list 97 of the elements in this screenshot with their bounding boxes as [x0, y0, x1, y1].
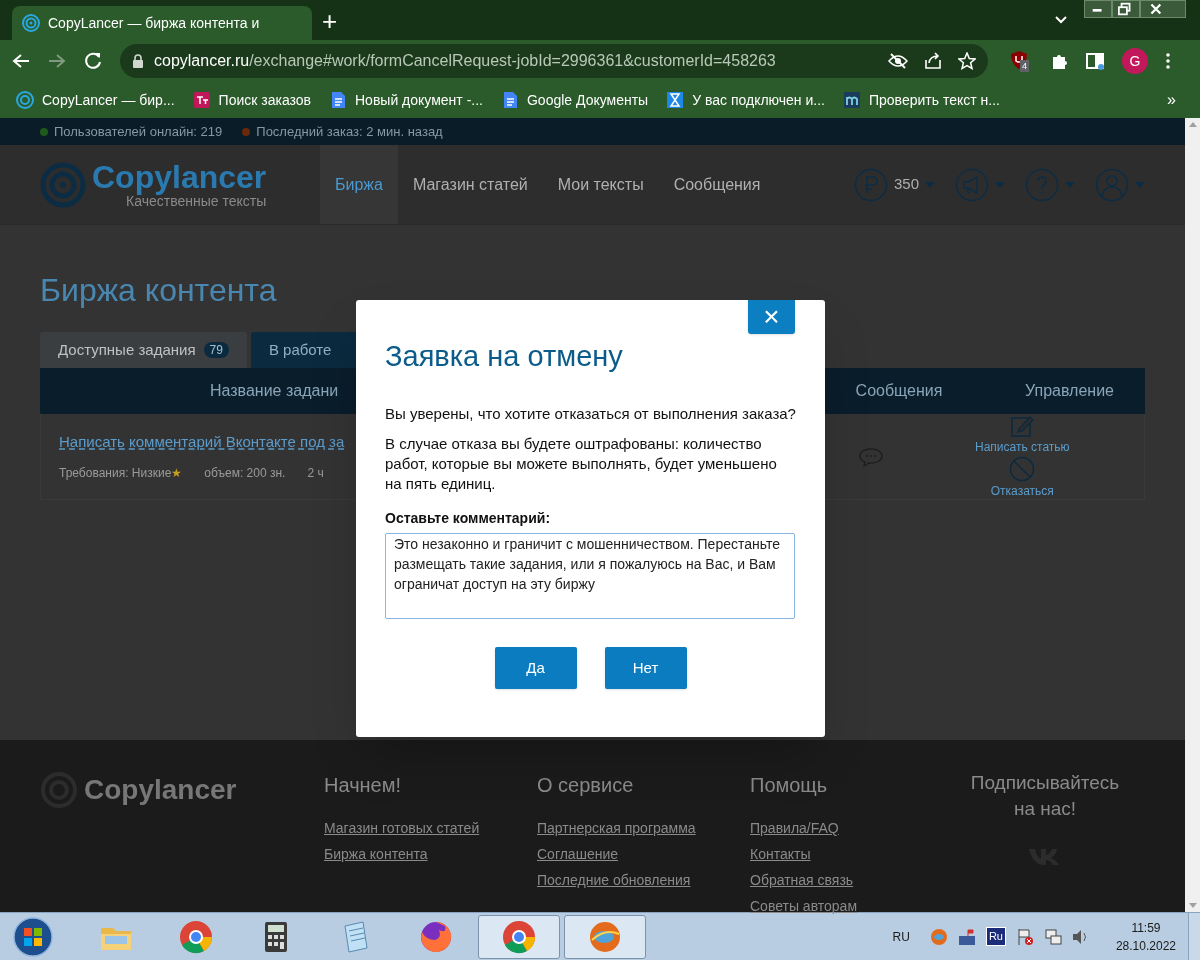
bookmark[interactable]: CopyLancer — бир...: [16, 89, 175, 111]
shield-extension-icon[interactable]: 4: [1010, 50, 1032, 72]
network-icon[interactable]: [1043, 927, 1062, 946]
footer-link[interactable]: Партнерская программа: [537, 818, 727, 838]
chevron-down-icon[interactable]: [1055, 16, 1067, 24]
share-icon[interactable]: [924, 52, 942, 70]
new-tab-button[interactable]: +: [320, 8, 340, 34]
bookmark[interactable]: Новый документ -...: [329, 89, 483, 111]
restore-icon[interactable]: [1112, 0, 1140, 18]
bookmark[interactable]: У вас подключен и...: [666, 89, 825, 111]
footer-heading: Начнем!: [324, 773, 403, 798]
scroll-down-icon: [1188, 903, 1197, 908]
column-header: Сообщения: [854, 381, 944, 401]
write-article-link[interactable]: Написать статью: [975, 413, 1070, 456]
document-icon: [329, 91, 347, 109]
sidebar-icon[interactable]: [1086, 52, 1104, 70]
volume-text: объем: 200 зн.: [204, 464, 286, 482]
tray-badge[interactable]: Ru: [985, 927, 1006, 946]
address-bar[interactable]: copylancer.ru/exchange#work/formCancelRequest-jobId=2996361&customerId=458263: [120, 44, 988, 78]
nav-link[interactable]: Магазин статей: [397, 145, 543, 224]
caret-icon: [925, 181, 935, 188]
footer-heading: О сервисе: [537, 773, 635, 798]
start-button-icon[interactable]: [12, 915, 54, 958]
back-icon[interactable]: [12, 53, 30, 69]
footer-link[interactable]: Магазин готовых статей: [324, 818, 514, 838]
footer-link[interactable]: Советы авторам: [750, 896, 940, 916]
megaphone-icon: [955, 167, 989, 202]
footer-heading: Помощь: [750, 773, 829, 798]
info-text: Пользователей онлайн: 219: [54, 122, 223, 141]
ruble-menu[interactable]: 350: [853, 167, 935, 202]
requirements-text: Требования: Низкие★: [59, 464, 183, 482]
letter-tile-icon: [192, 91, 211, 109]
flag-error-icon[interactable]: [1015, 927, 1034, 946]
footer-link[interactable]: Обратная связь: [750, 870, 940, 890]
count-badge: 79: [203, 342, 229, 358]
close-icon[interactable]: [1140, 0, 1186, 18]
spiral-logo-icon: [40, 161, 86, 208]
caret-icon: [995, 181, 1005, 188]
reload-icon[interactable]: [84, 52, 102, 70]
prohibited-icon: [1009, 455, 1036, 482]
column-header: Название задани: [209, 381, 340, 401]
footer-link[interactable]: Правила/FAQ: [750, 818, 940, 838]
dialog-text: В случае отказа вы будете оштрафованы: количество работ, которые вы можете выполнять, будет уменьшено на пять единиц.: [385, 434, 778, 494]
scroll-up-icon: [1188, 122, 1197, 127]
letter-tile-icon: [843, 91, 861, 109]
comment-field[interactable]: Это незаконно и граничит с мошенничеством. Перестаньте размещать такие задания, или я пожалуюсь на Вас, и Вам ограничат доступ на эту биржу: [385, 533, 795, 619]
edit-icon: [1010, 413, 1035, 438]
nav-link[interactable]: Сообщения: [658, 145, 776, 224]
caret-icon: [1135, 181, 1145, 188]
speaker-icon[interactable]: [1071, 928, 1088, 945]
caret-icon: [1065, 181, 1075, 188]
nav-link[interactable]: Мои тексты: [542, 145, 659, 224]
lock-icon: [132, 54, 144, 68]
bookmark[interactable]: Google Документы: [500, 89, 649, 111]
flag-icon[interactable]: [957, 927, 976, 946]
bookmark[interactable]: Проверить текст н...: [843, 89, 1000, 111]
puzzle-icon[interactable]: [1050, 52, 1068, 70]
footer-logo-text: Copylancer: [84, 773, 237, 807]
eye-off-icon[interactable]: [888, 53, 908, 69]
logo-text: Copylancer: [92, 160, 267, 193]
clock[interactable]: 11:59 28.10.2022: [1113, 918, 1178, 955]
footer-link[interactable]: Контакты: [750, 844, 940, 864]
footer-link[interactable]: Биржа контента: [324, 844, 514, 864]
bookmark[interactable]: Поиск заказов: [192, 89, 311, 111]
tab[interactable]: Доступные задания 79: [40, 332, 247, 368]
field-label: Оставьте комментарий:: [385, 509, 552, 528]
column-header: Управление: [1024, 381, 1115, 401]
dialog-text: Вы уверены, что хотите отказаться от выполнения заказа?: [385, 404, 796, 424]
browser-tab[interactable]: CopyLancer — биржа контента и: [12, 6, 312, 40]
page-heading: Биржа контента: [40, 271, 278, 310]
dialog-button[interactable]: Да: [494, 647, 577, 689]
scrollbar[interactable]: [1185, 118, 1200, 912]
tab-title: CopyLancer — биржа контента и: [48, 13, 260, 33]
task-link[interactable]: Написать комментарий Вконтакте под за: [59, 431, 359, 454]
spiral-logo-icon: [16, 91, 34, 109]
extension-badge: 4: [1020, 60, 1029, 72]
more-menu-icon[interactable]: [1166, 53, 1170, 69]
user-icon: [1095, 167, 1129, 202]
help-icon: [1025, 167, 1059, 202]
time-text: 2 ч: [307, 464, 324, 482]
ruble-icon: [853, 167, 888, 202]
profile-avatar[interactable]: G: [1122, 48, 1148, 74]
nav-link[interactable]: Биржа: [320, 145, 398, 224]
footer-link[interactable]: Соглашение: [537, 844, 727, 864]
decline-link[interactable]: Отказаться: [990, 455, 1054, 500]
footer-link[interactable]: Последние обновления: [537, 870, 727, 890]
close-button[interactable]: ×: [748, 300, 795, 334]
spiral-logo-icon: [22, 14, 40, 32]
info-text: Последний заказ: 2 мин. назад: [256, 122, 443, 141]
url-text: copylancer.ru/exchange#work/formCancelRequest-jobId=2996361&customerId=458263: [154, 51, 776, 71]
footer-heading: Подписывайтесь на нас!: [969, 771, 1121, 821]
star-icon[interactable]: [958, 52, 976, 70]
language-indicator[interactable]: RU: [892, 927, 910, 946]
dialog-button[interactable]: Нет: [604, 647, 687, 689]
more-bookmarks-button[interactable]: »: [1167, 88, 1184, 112]
hourglass-icon: [666, 91, 685, 109]
minimize-icon[interactable]: [1084, 0, 1112, 18]
